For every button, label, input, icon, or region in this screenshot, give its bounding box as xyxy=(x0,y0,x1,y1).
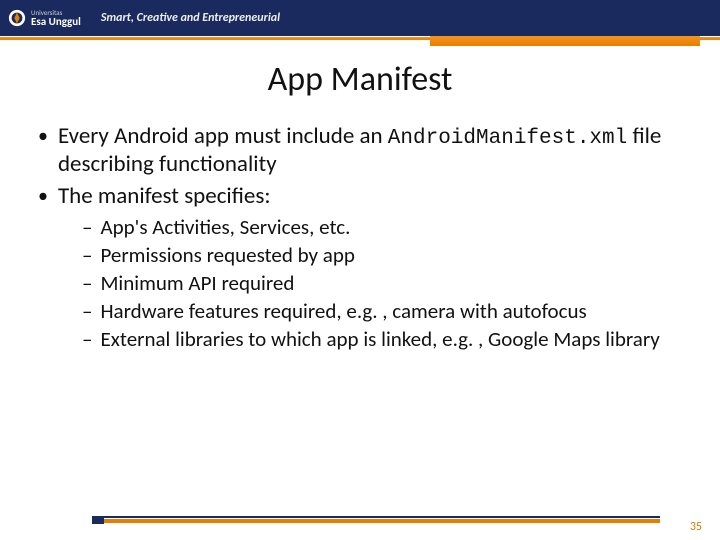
slide-content: • Every Android app must include an Andr… xyxy=(0,122,720,352)
sub-item: – App's Activities, Services, etc. xyxy=(82,214,682,240)
bullet-text: Every Android app must include an Androi… xyxy=(58,122,682,178)
bullet-text: The manifest specifies: xyxy=(58,182,682,210)
sub-text: App's Activities, Services, etc. xyxy=(100,214,682,240)
code-segment: AndroidManifest.xml xyxy=(388,127,627,150)
sub-item: – Minimum API required xyxy=(82,270,682,296)
sub-text: External libraries to which app is linke… xyxy=(100,326,682,352)
bullet-item: • Every Android app must include an Andr… xyxy=(38,122,682,178)
sub-item: – Hardware features required, e.g. , cam… xyxy=(82,298,682,324)
sub-dash: – xyxy=(82,298,92,324)
sub-item: – Permissions requested by app xyxy=(82,242,682,268)
footer xyxy=(0,516,720,532)
footer-divider xyxy=(92,516,660,523)
bullet-dot: • xyxy=(38,182,48,210)
slide-number: 35 xyxy=(690,520,702,534)
bullet-dot: • xyxy=(38,122,48,178)
sub-text: Hardware features required, e.g. , camer… xyxy=(100,298,682,324)
tagline: Smart, Creative and Entrepreneurial xyxy=(101,11,280,25)
sub-dash: – xyxy=(82,270,92,296)
logo-icon xyxy=(8,9,26,27)
sub-text: Permissions requested by app xyxy=(100,242,682,268)
header-tab xyxy=(430,36,700,46)
sub-dash: – xyxy=(82,326,92,352)
logo-name: Esa Unggul xyxy=(31,16,81,27)
sub-dash: – xyxy=(82,242,92,268)
sub-dash: – xyxy=(82,214,92,240)
sub-text: Minimum API required xyxy=(100,270,682,296)
text-segment: Every Android app must include an xyxy=(58,122,388,150)
sub-item: – External libraries to which app is lin… xyxy=(82,326,682,352)
logo: Universitas Esa Unggul xyxy=(8,9,81,27)
slide-title: App Manifest xyxy=(0,59,720,100)
header-bar: Universitas Esa Unggul Smart, Creative a… xyxy=(0,0,720,36)
sub-list: – App's Activities, Services, etc. – Per… xyxy=(38,214,682,352)
bullet-item: • The manifest specifies: xyxy=(38,182,682,210)
